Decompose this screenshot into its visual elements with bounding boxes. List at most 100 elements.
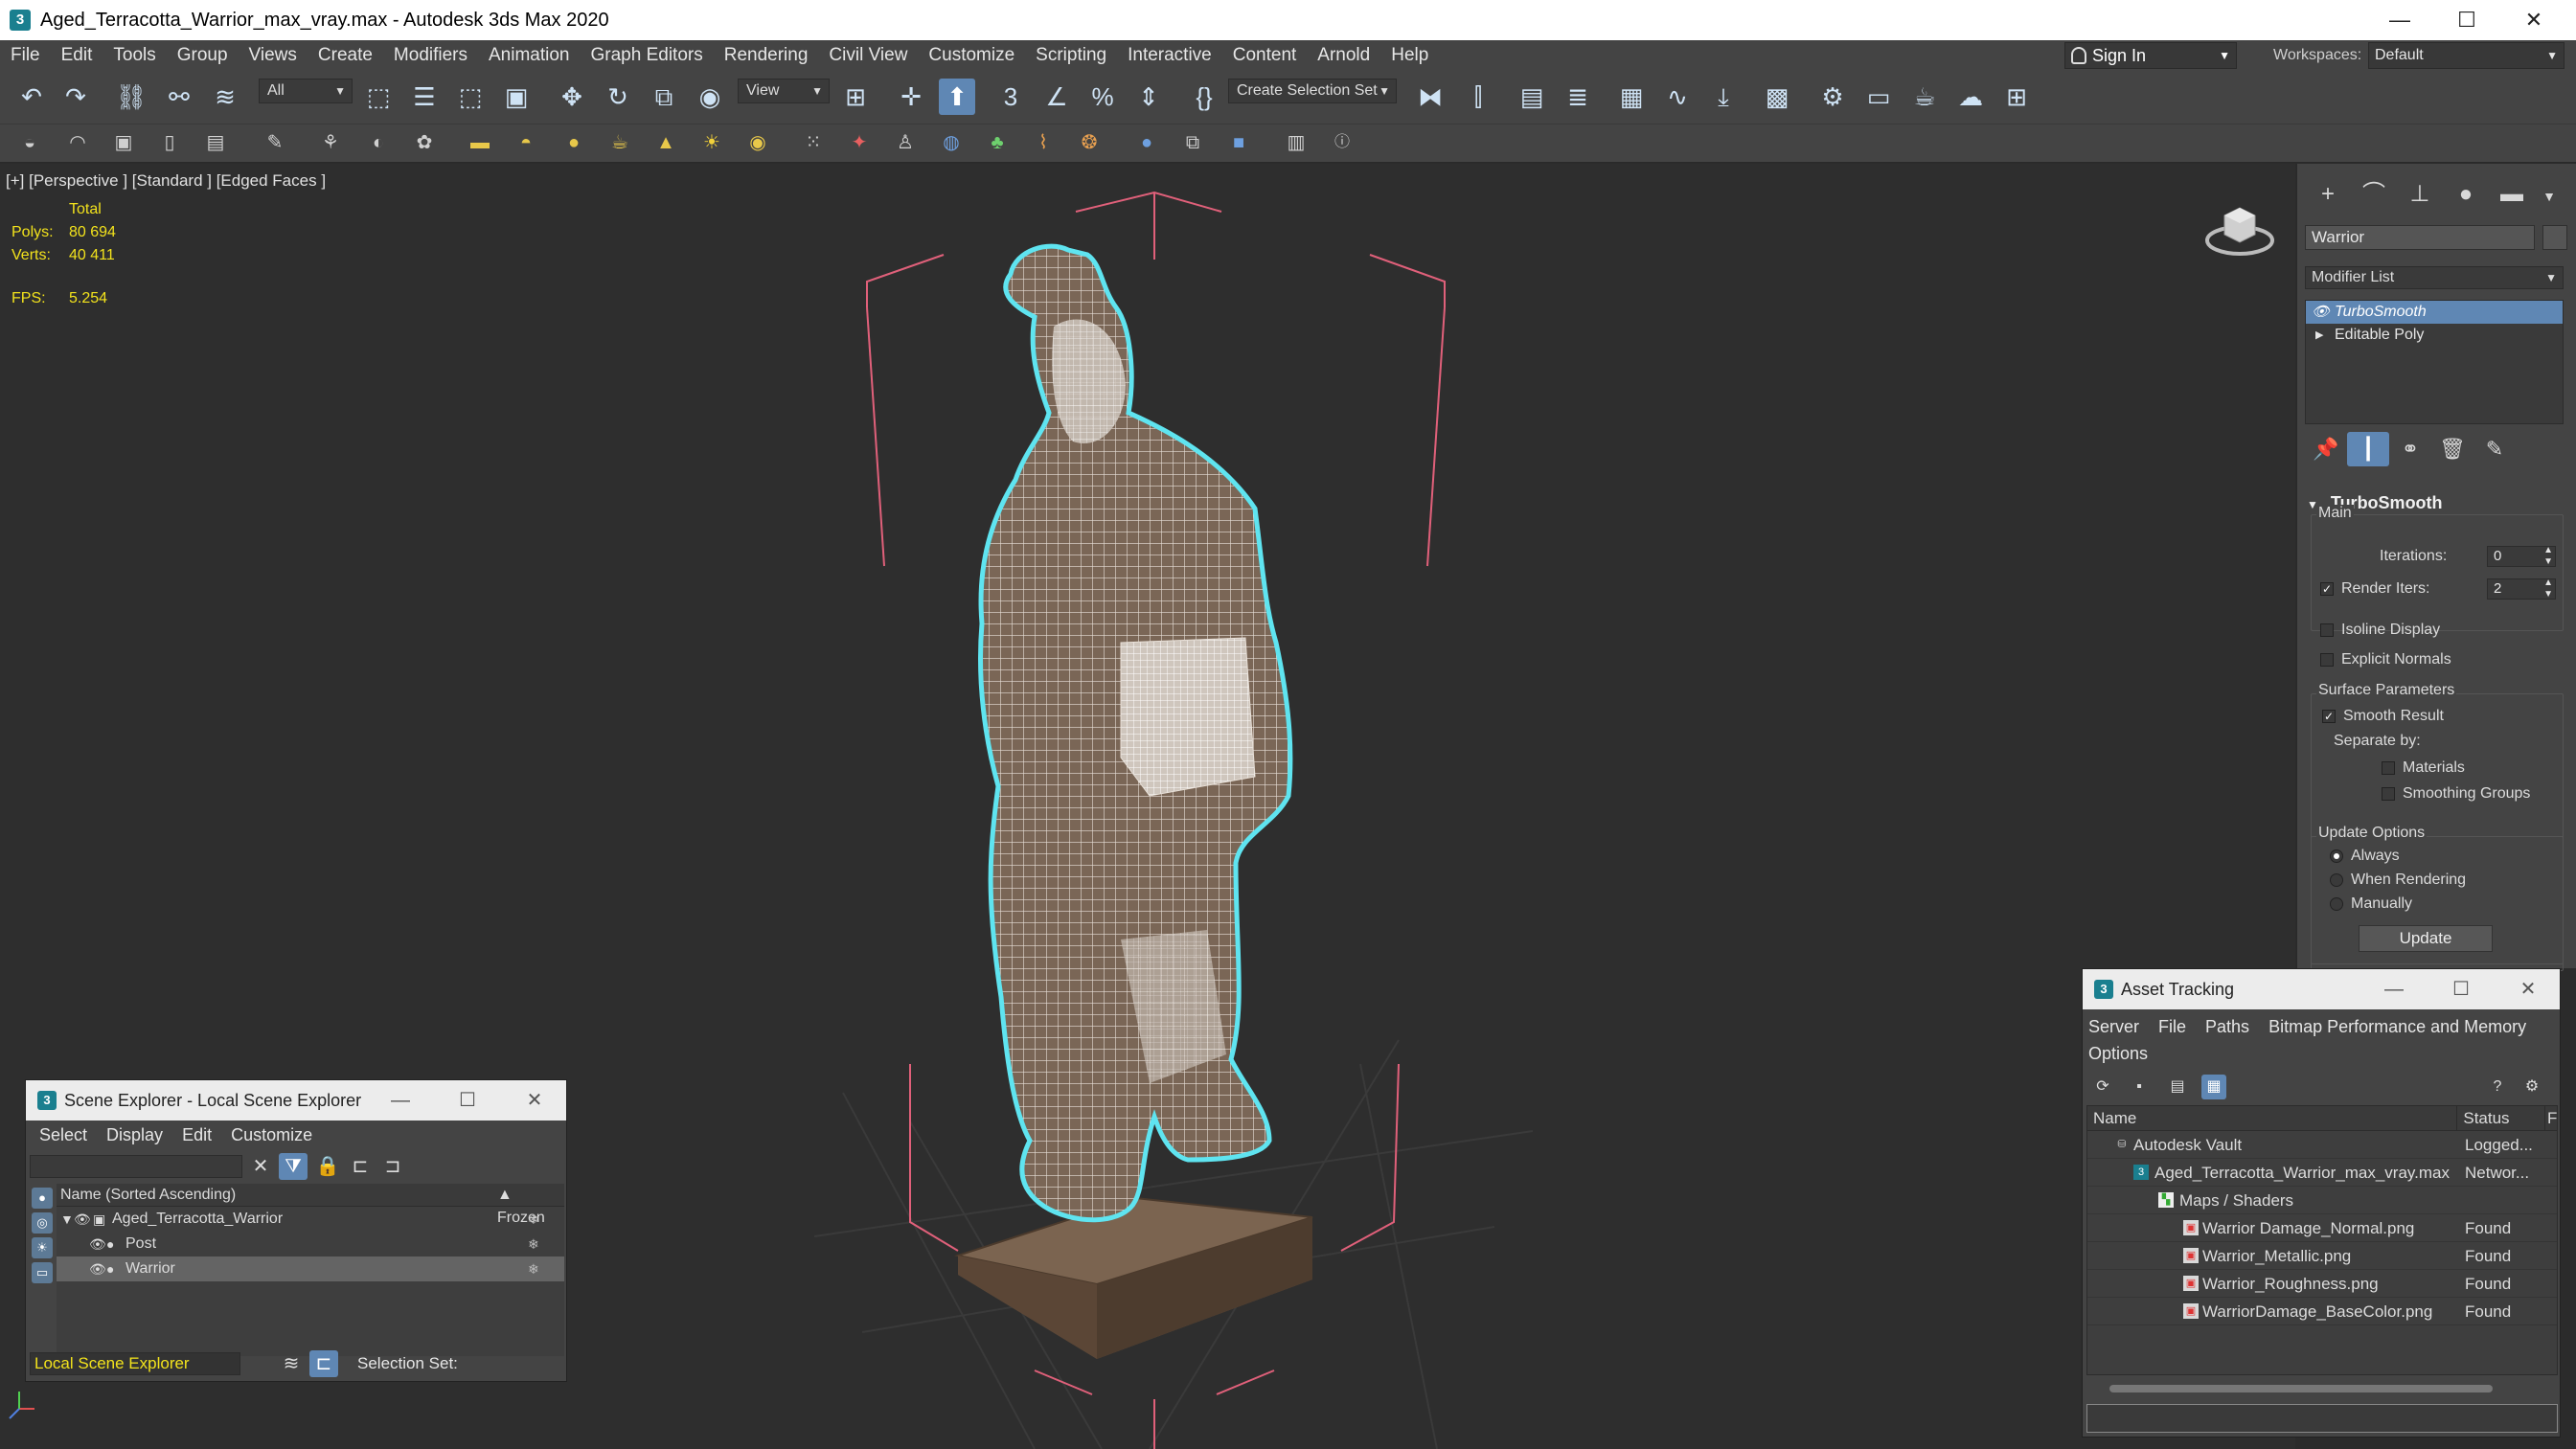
eye-icon[interactable]: 👁 <box>89 1257 106 1281</box>
unlink-selection-button[interactable]: ⚯ <box>161 79 197 115</box>
mirror-button[interactable]: ⧓ <box>1412 79 1448 115</box>
create-cone-button[interactable]: ▲ <box>651 128 680 157</box>
create-light-2-button[interactable]: ◉ <box>743 128 772 157</box>
object-color-swatch[interactable] <box>2542 225 2567 250</box>
asset-menu-paths[interactable]: Paths <box>2205 1017 2249 1036</box>
viewport-tool-1[interactable]: ◒ <box>15 128 44 157</box>
viewport-tool-11[interactable]: ✦ <box>845 128 874 157</box>
reference-coordinate-dropdown[interactable]: View ▼ <box>738 79 830 103</box>
refresh-button[interactable]: ⟳ <box>2090 1075 2115 1099</box>
list-view-button[interactable]: ▪ <box>2127 1075 2152 1099</box>
spinner-arrows-icon[interactable]: ▲ ▼ <box>2543 545 2553 568</box>
menu-tools[interactable]: Tools <box>103 45 166 66</box>
name-column-header[interactable]: Name <box>2087 1106 2458 1130</box>
modifier-list-dropdown[interactable]: Modifier List ▼ <box>2305 266 2564 289</box>
table-row[interactable]: ▼ 👁 ▣ Aged_Terracotta_Warrior ❄ <box>57 1207 564 1232</box>
clear-search-button[interactable]: ✕ <box>246 1153 275 1180</box>
maximize-button[interactable]: ☐ <box>2428 969 2495 1009</box>
menu-interactive[interactable]: Interactive <box>1117 45 1222 66</box>
scene-explorer-menu-edit[interactable]: Edit <box>172 1125 221 1145</box>
isoline-display-checkbox[interactable] <box>2320 623 2334 637</box>
render-iters-spinner[interactable]: 2 ▲ ▼ <box>2487 577 2556 600</box>
update-button[interactable]: Update <box>2359 925 2493 952</box>
scene-explorer-mode-button[interactable]: ⊏ <box>309 1350 338 1377</box>
select-and-scale-button[interactable]: ⧉ <box>646 79 682 115</box>
close-button[interactable]: ✕ <box>2500 0 2567 40</box>
stack-item-turbosmooth[interactable]: 👁 TurboSmooth <box>2306 301 2563 324</box>
utilities-tab[interactable]: ▼ <box>2535 177 2564 212</box>
minimize-button[interactable]: — <box>2366 0 2433 40</box>
viewport-tool-6[interactable]: ✎ <box>261 128 289 157</box>
viewport-tool-18[interactable]: ⧉ <box>1178 128 1207 157</box>
filter-button[interactable]: ⧩ <box>279 1153 308 1180</box>
menu-create[interactable]: Create <box>308 45 383 66</box>
undo-button[interactable]: ↶ <box>13 79 50 115</box>
menu-edit[interactable]: Edit <box>51 45 103 66</box>
sign-in-dropdown[interactable]: Sign In ▼ <box>2064 42 2237 69</box>
pin-stack-button[interactable]: 📌 <box>2305 432 2347 466</box>
freeze-icon[interactable]: ❄ <box>528 1207 539 1232</box>
scene-explorer-menu-display[interactable]: Display <box>97 1125 172 1145</box>
create-sphere-button[interactable]: ● <box>559 128 588 157</box>
status-column-header[interactable]: Status <box>2457 1106 2545 1130</box>
when-rendering-radio[interactable] <box>2330 873 2343 887</box>
explorer-name-field[interactable]: Local Scene Explorer <box>30 1352 240 1375</box>
make-unique-button[interactable]: ⚭ <box>2389 432 2431 466</box>
table-row[interactable]: ▣ WarriorDamage_BaseColor.png Found <box>2087 1298 2557 1325</box>
configure-modifier-sets-button[interactable]: ✎ <box>2473 432 2516 466</box>
toggle-layer-explorer-button[interactable]: ≣ <box>1560 79 1596 115</box>
viewport-tool-20[interactable]: ▥ <box>1282 128 1311 157</box>
render-production-button[interactable]: ☕ <box>1906 79 1943 115</box>
toggle-ribbon-button[interactable]: ▦ <box>1613 79 1650 115</box>
create-light-button[interactable]: ☀ <box>697 128 726 157</box>
curve-editor-button[interactable]: ∿ <box>1659 79 1696 115</box>
viewport-tool-5[interactable]: ▤ <box>201 128 230 157</box>
snaps-toggle-button[interactable]: 3 <box>992 79 1029 115</box>
grid-view-button[interactable]: ▦ <box>2201 1075 2226 1099</box>
scene-explorer-menu-customize[interactable]: Customize <box>221 1125 322 1145</box>
render-in-cloud-button[interactable]: ☁ <box>1952 79 1989 115</box>
menu-content[interactable]: Content <box>1222 45 1308 66</box>
help-button[interactable]: ? <box>2485 1075 2510 1099</box>
search-input[interactable] <box>30 1155 242 1178</box>
object-name-field[interactable]: Warrior <box>2305 225 2535 250</box>
asset-menu-server[interactable]: Server <box>2088 1017 2139 1036</box>
create-tab[interactable]: + <box>2305 177 2351 212</box>
hierarchy-tab[interactable]: ⊥ <box>2397 177 2443 212</box>
spinner-arrows-icon[interactable]: ▲ ▼ <box>2543 577 2553 600</box>
menu-scripting[interactable]: Scripting <box>1025 45 1117 66</box>
table-row[interactable]: 👁 ● Warrior ❄ <box>57 1257 564 1281</box>
spinner-snap-button[interactable]: ⇕ <box>1130 79 1167 115</box>
schematic-view-button[interactable]: ⤓ <box>1705 79 1742 115</box>
menu-views[interactable]: Views <box>239 45 308 66</box>
create-teapot-button[interactable]: ☕ <box>605 128 634 157</box>
table-row[interactable]: ▚ Maps / Shaders <box>2087 1187 2557 1214</box>
viewport-tool-7[interactable]: ⚘ <box>316 128 345 157</box>
table-row[interactable]: ▣ Warrior_Roughness.png Found <box>2087 1270 2557 1298</box>
layer-explorer-button[interactable]: ≋ <box>277 1350 306 1377</box>
viewport-tool-10[interactable]: ⁙ <box>799 128 828 157</box>
show-end-result-button[interactable]: ┃ <box>2347 432 2389 466</box>
maximize-button[interactable]: ☐ <box>2433 0 2500 40</box>
asset-menu-options[interactable]: Options <box>2088 1044 2148 1063</box>
always-radio[interactable] <box>2330 849 2343 863</box>
select-and-move-button[interactable]: ✥ <box>554 79 590 115</box>
iterations-spinner[interactable]: 0 ▲ ▼ <box>2487 545 2556 568</box>
viewport-tool-9[interactable]: ✿ <box>410 128 439 157</box>
render-iters-checkbox[interactable]: ✓ <box>2320 582 2334 596</box>
viewport-tool-8[interactable]: ◐ <box>364 128 393 157</box>
close-button[interactable]: ✕ <box>501 1080 568 1121</box>
select-object-button[interactable]: ⬚ <box>360 79 397 115</box>
viewcube-icon[interactable] <box>2203 202 2276 260</box>
explicit-normals-checkbox[interactable] <box>2320 653 2334 667</box>
scene-explorer-titlebar[interactable]: 3 Scene Explorer - Local Scene Explorer … <box>26 1080 566 1121</box>
close-button[interactable]: ✕ <box>2495 969 2562 1009</box>
viewport-tool-14[interactable]: ♣ <box>983 128 1012 157</box>
display-lights-icon[interactable]: ☀ <box>32 1237 53 1258</box>
toggle-scene-explorer-button[interactable]: ▤ <box>1514 79 1550 115</box>
display-tab[interactable]: ▬ <box>2489 177 2535 212</box>
options-button[interactable]: ⚙ <box>2519 1075 2544 1099</box>
freeze-icon[interactable]: ❄ <box>528 1257 539 1281</box>
eye-icon[interactable]: 👁 <box>74 1207 91 1232</box>
display-shapes-icon[interactable]: ◎ <box>32 1212 53 1234</box>
